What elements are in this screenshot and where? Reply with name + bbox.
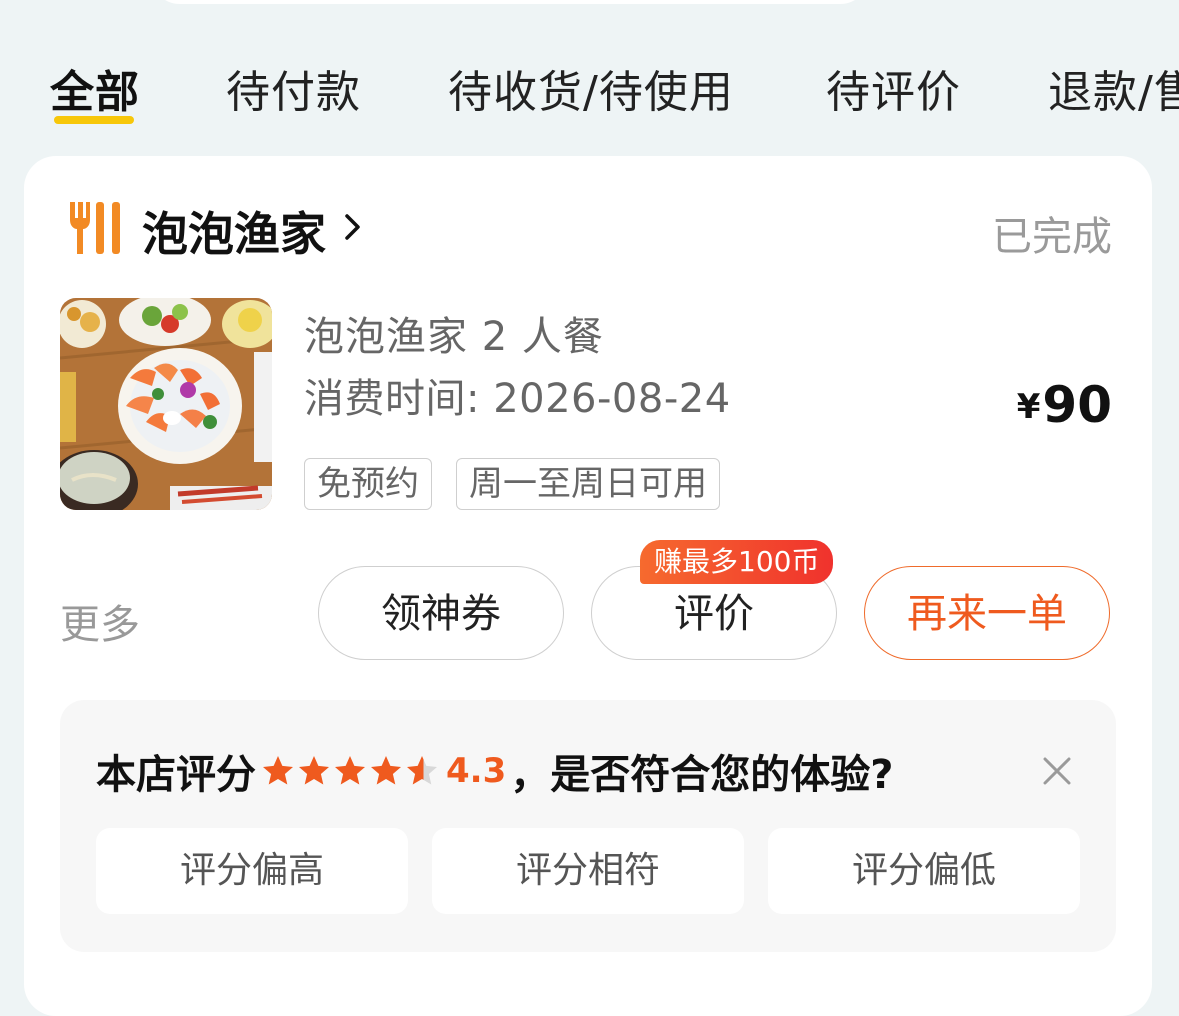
rating-stars	[260, 753, 440, 789]
earn-coins-badge: 赚最多100币	[640, 540, 834, 584]
tab-active-indicator	[54, 116, 134, 124]
tab-all[interactable]: 全部	[50, 56, 140, 120]
consume-time: 消费时间: 2026-08-24	[304, 376, 731, 422]
product-name: 泡泡渔家 2 人餐	[304, 314, 604, 360]
rating-too-low-option[interactable]: 评分偏低	[768, 828, 1080, 914]
rating-question: 本店评分 4.3 ，是否符合您的体验?	[96, 742, 893, 800]
rating-prefix: 本店评分	[96, 752, 256, 798]
price-amount: 90	[1042, 376, 1112, 434]
price-currency: ¥	[1016, 387, 1041, 427]
star-icon	[335, 756, 365, 785]
fork-knife-icon	[70, 202, 120, 254]
tag-no-reservation: 免预约	[304, 458, 432, 510]
rating-too-high-option[interactable]: 评分偏高	[96, 828, 408, 914]
order-card[interactable]: 泡泡渔家 已完成 泡泡渔家 2 人餐 消费时间: 2026-08-24 免预约 …	[24, 156, 1152, 1016]
rating-score: 4.3	[446, 751, 507, 791]
shop-name[interactable]: 泡泡渔家	[142, 198, 326, 264]
search-bar[interactable]	[150, 0, 870, 4]
star-icon	[299, 756, 329, 785]
chevron-right-icon[interactable]	[342, 212, 364, 242]
get-coupon-button[interactable]: 领神券	[318, 566, 564, 660]
order-status: 已完成	[992, 214, 1112, 260]
order-tabs: 全部 待付款 待收货/待使用 待评价 退款/售后	[0, 50, 1179, 130]
rating-question-text: ，是否符合您的体验?	[510, 752, 894, 798]
rating-accurate-option[interactable]: 评分相符	[432, 828, 744, 914]
star-icon	[263, 756, 293, 785]
rating-feedback-panel: 本店评分 4.3 ，是否符合您的体验? 评分偏高 评分相符 评分偏低	[60, 700, 1116, 952]
tag-availability: 周一至周日可用	[456, 458, 720, 510]
star-icon	[371, 756, 401, 785]
order-price: ¥90	[1017, 376, 1112, 434]
tab-pending-payment[interactable]: 待付款	[226, 56, 361, 120]
half-star-icon	[407, 756, 437, 785]
tab-pending-review[interactable]: 待评价	[826, 56, 961, 120]
reorder-button[interactable]: 再来一单	[864, 566, 1110, 660]
tab-refund[interactable]: 退款/售后	[1048, 56, 1179, 120]
product-image[interactable]	[60, 298, 272, 510]
close-icon[interactable]	[1042, 756, 1072, 786]
tab-pending-receipt[interactable]: 待收货/待使用	[448, 56, 734, 120]
more-button[interactable]: 更多	[60, 592, 140, 650]
